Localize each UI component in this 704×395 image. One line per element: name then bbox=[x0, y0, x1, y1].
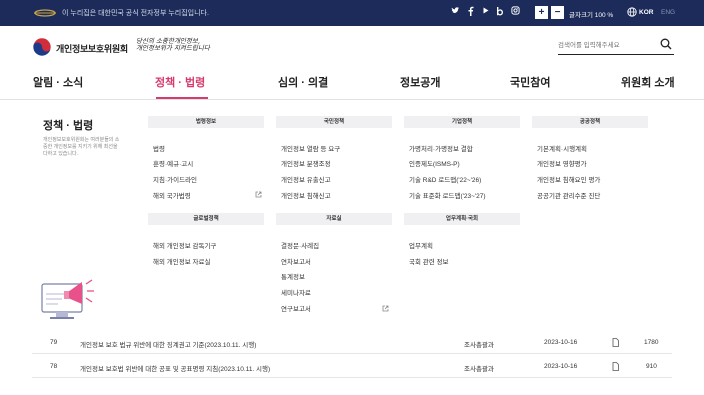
row-views: 910 bbox=[646, 363, 657, 370]
menu-link-directives[interactable]: 훈령·예규·고시 bbox=[153, 158, 193, 168]
official-site-notice: 이 누리집은 대한민국 공식 전자정부 누리집입니다. bbox=[62, 10, 209, 17]
government-emblem-icon bbox=[34, 9, 56, 17]
megamenu-description: 개인정보보호위원회는 여러분들의 소중한 개인정보를 지키기 위해 최선을 다하… bbox=[43, 137, 120, 157]
menu-link-dispute-mediation[interactable]: 개인정보 분쟁조정 bbox=[281, 158, 331, 168]
search-icon[interactable] bbox=[660, 38, 672, 50]
category-business-policy: 기업정책 bbox=[404, 116, 520, 128]
menu-link-research[interactable]: 연구보고서 bbox=[281, 303, 311, 313]
row-date: 2023-10-16 bbox=[544, 339, 578, 346]
menu-link-basic-plan[interactable]: 기본계획·시행계획 bbox=[537, 143, 587, 153]
category-citizen-policy: 국민정책 bbox=[276, 116, 392, 128]
table-row[interactable]: 78 개인정보 보호법 위반에 대한 공표 및 공표명령 지침(2023.10.… bbox=[32, 356, 672, 378]
youtube-icon[interactable] bbox=[482, 6, 490, 17]
gnb-deliberation[interactable]: 심의 · 의결 bbox=[278, 74, 328, 90]
blog-icon[interactable] bbox=[496, 6, 504, 18]
row-number: 78 bbox=[50, 363, 58, 370]
menu-link-standard-roadmap[interactable]: 기술 표준화 로드맵('23~'27) bbox=[409, 190, 486, 200]
gnb-participation[interactable]: 국민참여 bbox=[510, 74, 550, 90]
globe-icon[interactable] bbox=[627, 7, 637, 17]
row-number: 79 bbox=[50, 339, 58, 346]
menu-link-work-plan[interactable]: 업무계획 bbox=[409, 240, 433, 250]
category-global-policy: 글로벌정책 bbox=[148, 213, 264, 225]
twitter-icon[interactable] bbox=[451, 6, 460, 17]
menu-link-rnd-roadmap[interactable]: 기술 R&D 로드맵('22~'26) bbox=[409, 174, 481, 184]
row-title-link[interactable]: 개인정보 보호법 위반에 대한 공표 및 공표명령 지침(2023.10.11.… bbox=[80, 363, 270, 373]
category-work-plan: 업무계획·국회 bbox=[404, 213, 520, 225]
table-row[interactable]: 79 개인정보 보호 법규 위반에 대한 징계권고 기준(2023.10.11.… bbox=[32, 332, 672, 354]
row-department: 조사총괄과 bbox=[464, 366, 494, 373]
category-law-info: 법령정보 bbox=[148, 116, 264, 128]
menu-link-impact-assessment[interactable]: 개인정보 영향평가 bbox=[537, 158, 587, 168]
menu-link-pseudonymization[interactable]: 가명처리·가명정보 결합 bbox=[409, 143, 473, 153]
menu-link-foreign-archive[interactable]: 해외 개인정보 자료실 bbox=[153, 256, 210, 266]
attachment-file-icon[interactable] bbox=[612, 362, 619, 371]
external-link-icon bbox=[255, 191, 262, 198]
search-underline bbox=[558, 54, 674, 55]
menu-link-management-diagnosis[interactable]: 공공기관 관리수준 진단 bbox=[537, 190, 600, 200]
language-kor-link[interactable]: KOR bbox=[639, 9, 653, 16]
menu-link-isms-p[interactable]: 인증제도(ISMS-P) bbox=[409, 158, 460, 168]
row-department: 조사총괄과 bbox=[464, 342, 494, 349]
monitor-megaphone-illustration bbox=[41, 279, 94, 319]
font-size-label: 글자크기 100 % bbox=[569, 12, 614, 19]
row-title-link[interactable]: 개인정보 보호 법규 위반에 대한 징계권고 기준(2023.10.11. 시행… bbox=[80, 339, 256, 349]
row-views: 1780 bbox=[644, 339, 659, 346]
menu-link-infringement-report[interactable]: 개인정보 침해신고 bbox=[281, 190, 331, 200]
category-public-policy: 공공정책 bbox=[532, 116, 648, 128]
category-archive: 자료실 bbox=[276, 213, 392, 225]
external-link-icon bbox=[382, 305, 389, 312]
gnb-about[interactable]: 위원회 소개 bbox=[621, 74, 675, 90]
gnb-policy-law[interactable]: 정책 · 법령 bbox=[155, 74, 205, 90]
row-date: 2023-10-16 bbox=[544, 363, 578, 370]
language-eng-link[interactable]: ENG bbox=[661, 9, 675, 16]
menu-link-annual-report[interactable]: 연차보고서 bbox=[281, 256, 311, 266]
megamenu-title: 정책 · 법령 bbox=[43, 120, 94, 132]
menu-link-access-request[interactable]: 개인정보 열람 등 요구 bbox=[281, 143, 340, 153]
menu-link-decisions[interactable]: 결정문·사례집 bbox=[281, 240, 319, 250]
menu-link-guidelines[interactable]: 지침·가이드라인 bbox=[153, 174, 197, 184]
gnb-disclosure[interactable]: 정보공개 bbox=[400, 74, 440, 90]
menu-link-statistics[interactable]: 통계정보 bbox=[281, 271, 305, 281]
taegeuk-logo-icon[interactable] bbox=[32, 37, 52, 57]
menu-link-foreign-authorities[interactable]: 해외 개인정보 감독기구 bbox=[153, 240, 216, 250]
gnb-news[interactable]: 알림 · 소식 bbox=[33, 74, 83, 90]
attachment-file-icon[interactable] bbox=[612, 338, 619, 347]
menu-link-leak-report[interactable]: 개인정보 유출신고 bbox=[281, 174, 331, 184]
facebook-icon[interactable] bbox=[467, 6, 474, 18]
site-logo-text[interactable]: 개인정보보호위원회 bbox=[56, 42, 128, 55]
zoom-in-button[interactable]: + bbox=[535, 6, 548, 19]
menu-link-seminar[interactable]: 세미나자료 bbox=[281, 287, 311, 297]
zoom-out-button[interactable]: − bbox=[551, 6, 564, 19]
menu-link-law[interactable]: 법령 bbox=[153, 143, 165, 153]
menu-link-infringement-evaluation[interactable]: 개인정보 침해요인 평가 bbox=[537, 174, 600, 184]
slogan: 당신의 소중한개인정보, 개인정보위가 지켜드립니다 bbox=[136, 38, 210, 52]
slogan-line-2: 개인정보위가 지켜드립니다 bbox=[136, 44, 210, 52]
top-bar: 이 누리집은 대한민국 공식 전자정부 누리집입니다. + − 글자크기 100… bbox=[0, 0, 704, 26]
menu-link-assembly-info[interactable]: 국회 관련 정보 bbox=[409, 256, 449, 266]
gnb-divider bbox=[0, 99, 704, 100]
instagram-icon[interactable] bbox=[511, 6, 520, 17]
search-input[interactable] bbox=[558, 38, 658, 52]
menu-link-foreign-law[interactable]: 해외 국가법령 bbox=[153, 190, 191, 200]
